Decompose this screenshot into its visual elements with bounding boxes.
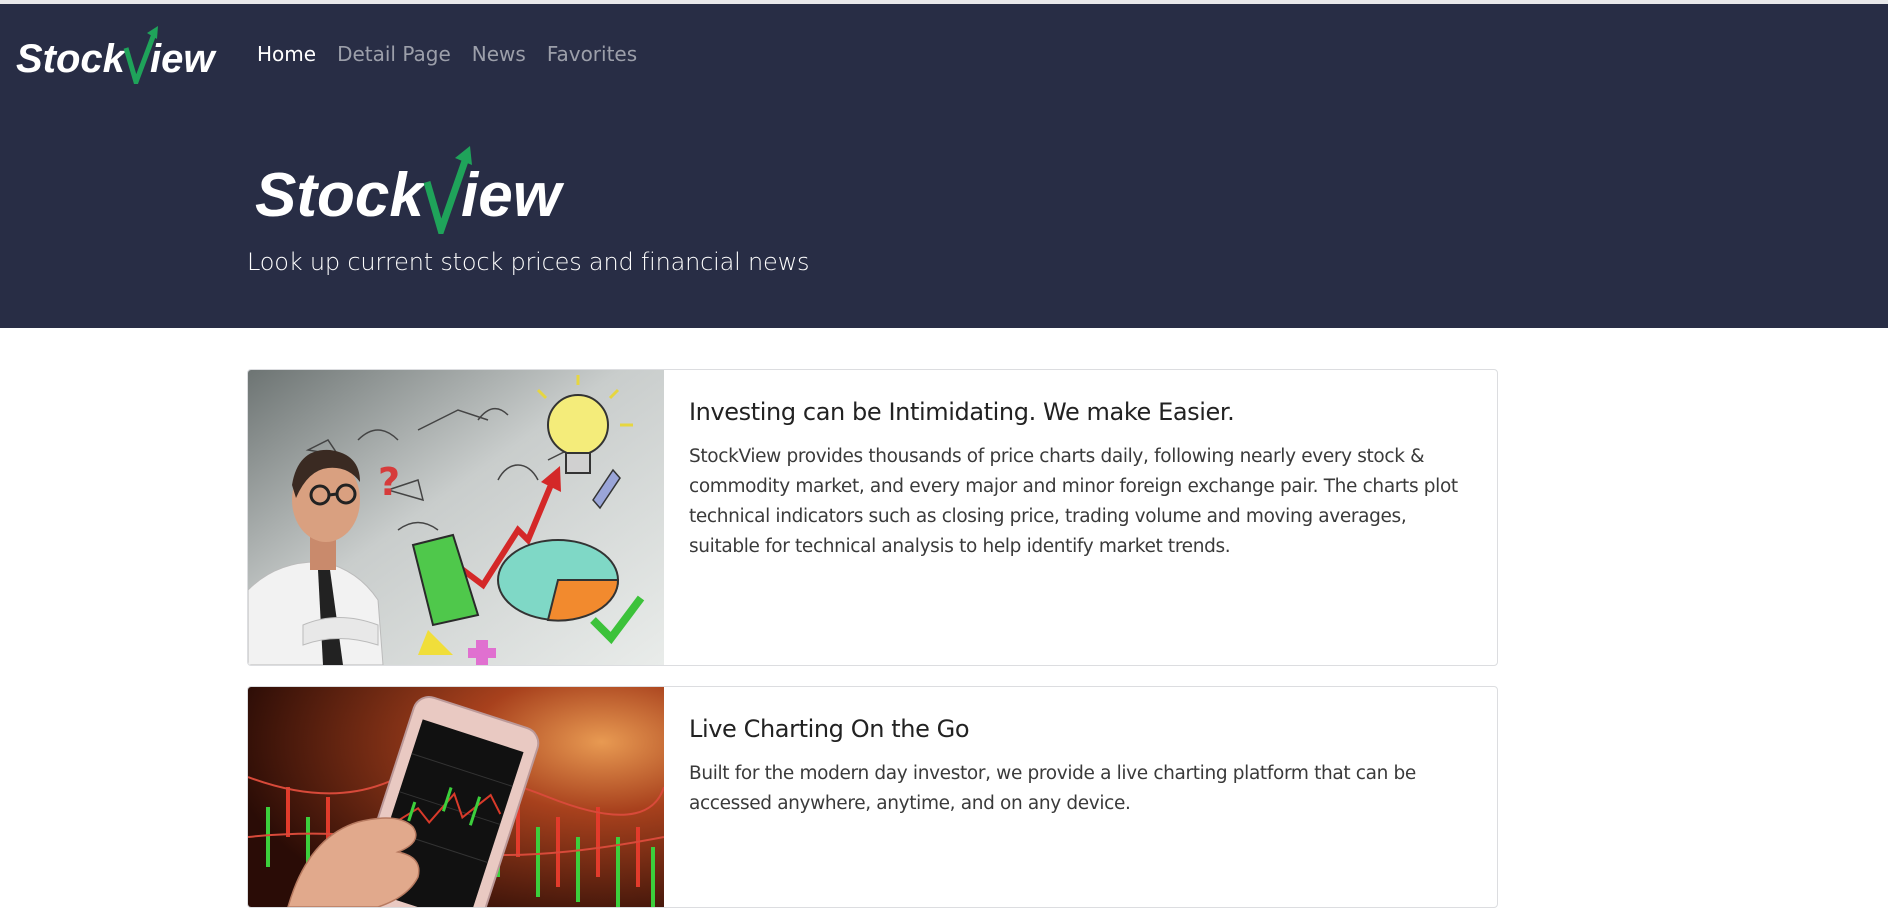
hero-rising-arrow-icon [423,159,469,242]
investor-illustration: ? [248,370,664,665]
feature-card-live-charting: Live Charting On the Go Built for the mo… [247,686,1498,908]
card-text: StockView provides thousands of price ch… [689,446,1458,557]
card-title: Investing can be Intimidating. We make E… [689,398,1235,426]
nav-link-home[interactable]: Home [257,42,316,66]
stockview-logo: Stock iew [16,26,217,84]
main-nav: Home Detail Page News Favorites [257,42,658,66]
phone-chart-illustration [248,687,664,907]
svg-text:?: ? [378,460,400,504]
logo-text-stock: Stock [16,37,127,81]
nav-link-favorites[interactable]: Favorites [547,42,637,66]
card-body: Live Charting On the Go Built for the mo… [689,714,1479,819]
card-image-investor-sketch: ? [248,370,664,665]
hero-logo-text-stock: Stock [255,161,427,230]
site-header: Stock iew Home Detail Page News Favorite… [0,4,1888,328]
card-image-phone-chart [248,687,664,907]
feature-card-investing: ? Investing can be Intimidating. We make… [247,369,1498,666]
hero-tagline: Look up current stock prices and financi… [247,248,810,276]
stockview-hero-logo: Stock iew [255,146,565,242]
card-text: Built for the modern day investor, we pr… [689,763,1416,814]
hero-logo: Stock iew [255,144,567,242]
logo-text-iew: iew [150,37,217,81]
nav-link-news[interactable]: News [472,42,526,66]
card-title: Live Charting On the Go [689,715,970,743]
navbar-brand-logo[interactable]: Stock iew [16,24,222,84]
card-body: Investing can be Intimidating. We make E… [689,397,1479,562]
hero-logo-text-iew: iew [461,161,565,230]
nav-link-detail-page[interactable]: Detail Page [337,42,451,66]
